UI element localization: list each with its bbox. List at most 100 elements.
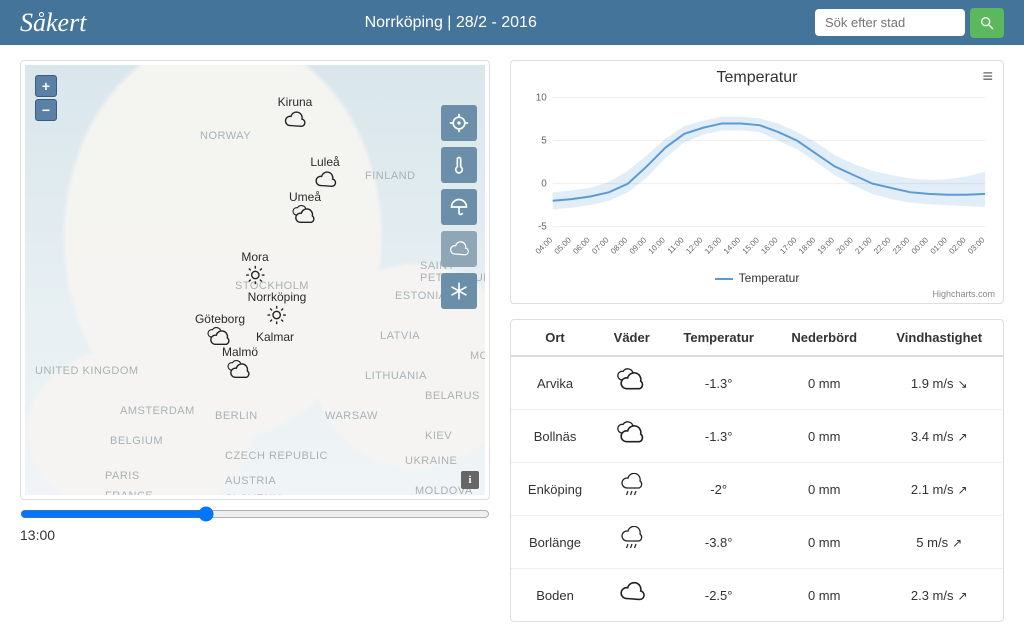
- column-header: Nederbörd: [773, 320, 875, 356]
- city-label: Mora: [241, 250, 268, 264]
- table-row[interactable]: Borlänge-3.8°0 mm5 m/s↗: [511, 516, 1003, 569]
- table-row[interactable]: Arvika -1.3°0 mm1.9 m/s↘: [511, 356, 1003, 410]
- city-label: Kalmar: [256, 330, 294, 344]
- country-label: WARSAW: [325, 410, 378, 422]
- doublecloud-icon: [615, 420, 649, 446]
- wind-direction-icon: ↗: [958, 483, 968, 497]
- svg-text:07:00: 07:00: [590, 235, 611, 256]
- legend-label: Temperatur: [739, 271, 800, 285]
- chart-menu-button[interactable]: ≡: [982, 67, 993, 85]
- cell-wind: 2.1 m/s↗: [875, 463, 1003, 516]
- svg-text:5: 5: [541, 136, 547, 147]
- column-header: Väder: [599, 320, 664, 356]
- cell-temp: -2.5°: [664, 569, 773, 622]
- wind-direction-icon: ↗: [958, 589, 968, 603]
- cell-city: Arvika: [511, 356, 599, 410]
- rain-icon: [615, 473, 649, 499]
- zoom-out-button[interactable]: −: [35, 99, 57, 121]
- sun-icon: [242, 264, 268, 286]
- layer-cloud-button[interactable]: [441, 231, 477, 267]
- country-label: BELGIUM: [110, 435, 163, 447]
- cell-wind: 3.4 m/s↗: [875, 410, 1003, 463]
- cell-temp: -1.3°: [664, 356, 773, 410]
- search-input[interactable]: [815, 9, 965, 36]
- city-label: Norrköping: [248, 290, 307, 304]
- svg-text:09:00: 09:00: [628, 235, 649, 256]
- cell-city: Enköping: [511, 463, 599, 516]
- layer-temp-button[interactable]: [441, 147, 477, 183]
- country-label: PARIS: [105, 470, 140, 482]
- country-label: BELARUS: [425, 390, 480, 402]
- table-row[interactable]: Boden -2.5°0 mm2.3 m/s↗: [511, 569, 1003, 622]
- city-marker-umeå[interactable]: Umeå: [289, 190, 321, 229]
- city-label: Luleå: [310, 155, 339, 169]
- zoom-control: + −: [35, 75, 57, 121]
- layer-snow-button[interactable]: [441, 273, 477, 309]
- map[interactable]: + − NORWAYFINLANDSAINT PETERSBURGESTONIA…: [25, 65, 485, 495]
- time-slider[interactable]: [20, 506, 490, 522]
- search-icon: [979, 15, 995, 31]
- city-marker-luleå[interactable]: Luleå: [310, 155, 339, 194]
- svg-text:18:00: 18:00: [797, 235, 818, 256]
- city-label: Umeå: [289, 190, 321, 204]
- cell-temp: -1.3°: [664, 410, 773, 463]
- cloud-icon: [282, 109, 308, 131]
- cell-city: Boden: [511, 569, 599, 622]
- table-row[interactable]: Enköping-2°0 mm2.1 m/s↗: [511, 463, 1003, 516]
- table-row[interactable]: Bollnäs-1.3°0 mm3.4 m/s↗: [511, 410, 1003, 463]
- cloud-icon: [312, 169, 338, 191]
- weather-table: OrtVäderTemperaturNederbördVindhastighet…: [511, 320, 1003, 621]
- svg-text:04:00: 04:00: [534, 235, 555, 256]
- country-label: LATVIA: [380, 330, 420, 342]
- cell-temp: -3.8°: [664, 516, 773, 569]
- umbrella-icon: [449, 197, 469, 217]
- city-marker-kiruna[interactable]: Kiruna: [278, 95, 313, 134]
- target-icon: [449, 113, 469, 133]
- cell-wind: 2.3 m/s↗: [875, 569, 1003, 622]
- cell-precip: 0 mm: [773, 356, 875, 410]
- doublecloud-icon: [615, 367, 649, 393]
- cell-weather: [599, 463, 664, 516]
- cell-weather: [599, 356, 664, 410]
- zoom-in-button[interactable]: +: [35, 75, 57, 97]
- svg-text:16:00: 16:00: [759, 235, 780, 256]
- search-button[interactable]: [970, 8, 1004, 38]
- chart-credit[interactable]: Highcharts.com: [519, 289, 995, 299]
- city-marker-malmö[interactable]: Malmö: [222, 345, 258, 384]
- svg-text:06:00: 06:00: [571, 235, 592, 256]
- cell-weather: [599, 516, 664, 569]
- country-label: UNITED KINGDOM: [35, 365, 139, 377]
- country-label: ESTONIA: [395, 290, 447, 302]
- svg-text:17:00: 17:00: [778, 235, 799, 256]
- country-label: MOSCOW: [470, 350, 485, 362]
- country-label: FINLAND: [365, 170, 416, 182]
- cell-precip: 0 mm: [773, 410, 875, 463]
- country-label: LITHUANIA: [365, 370, 427, 382]
- city-label: Kiruna: [278, 95, 313, 109]
- cell-city: Borlänge: [511, 516, 599, 569]
- layer-precip-button[interactable]: [441, 189, 477, 225]
- city-marker-mora[interactable]: Mora: [241, 250, 268, 289]
- svg-text:15:00: 15:00: [741, 235, 762, 256]
- svg-text:05:00: 05:00: [553, 235, 574, 256]
- city-marker-norrköping[interactable]: Norrköping: [248, 290, 307, 329]
- weather-table-panel: OrtVäderTemperaturNederbördVindhastighet…: [510, 319, 1004, 622]
- doublecloud-icon: [227, 359, 253, 381]
- temperature-chart: -5051004:0005:0006:0007:0008:0009:0010:0…: [519, 87, 995, 267]
- layer-target-button[interactable]: [441, 105, 477, 141]
- svg-text:12:00: 12:00: [684, 235, 705, 256]
- cell-wind: 1.9 m/s↘: [875, 356, 1003, 410]
- svg-text:08:00: 08:00: [609, 235, 630, 256]
- doublecloud-icon: [292, 204, 318, 226]
- map-info-button[interactable]: i: [461, 471, 479, 489]
- svg-text:21:00: 21:00: [853, 235, 874, 256]
- svg-text:23:00: 23:00: [891, 235, 912, 256]
- svg-text:10:00: 10:00: [647, 235, 668, 256]
- country-label: KIEV: [425, 430, 452, 442]
- city-marker-kalmar[interactable]: Kalmar: [256, 330, 294, 344]
- cell-precip: 0 mm: [773, 463, 875, 516]
- cell-precip: 0 mm: [773, 569, 875, 622]
- page-title: Norrköping | 28/2 - 2016: [106, 14, 795, 32]
- country-label: AUSTRIA: [225, 475, 276, 487]
- svg-text:10: 10: [536, 93, 548, 104]
